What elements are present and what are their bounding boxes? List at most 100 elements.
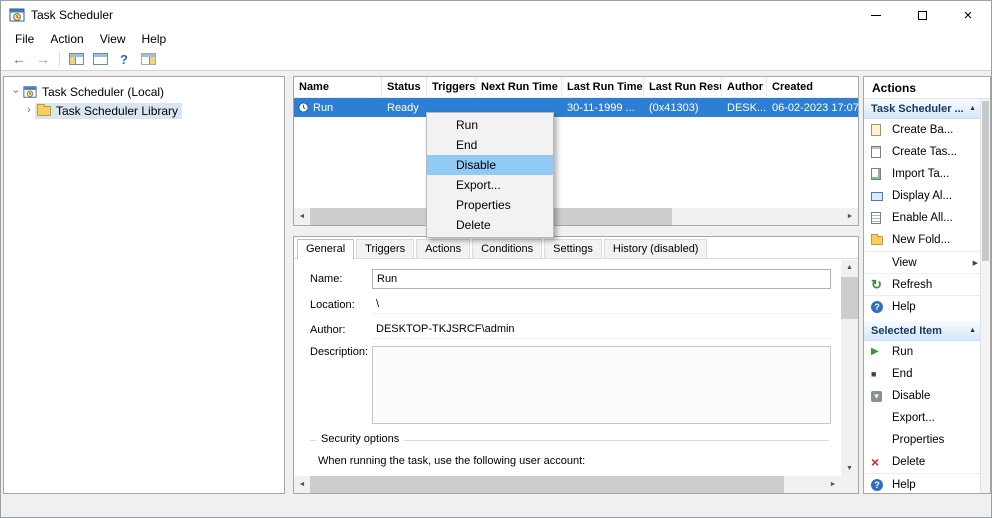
properties-icon-placeholder	[871, 432, 888, 448]
import-task-icon	[871, 166, 888, 182]
scroll-down-icon[interactable]: ▼	[841, 461, 858, 476]
task-created: 06-02-2023 17:07:4...	[767, 102, 860, 114]
context-menu-end[interactable]: End	[427, 135, 553, 155]
location-value: \	[372, 296, 831, 314]
close-button[interactable]: ×	[945, 1, 991, 29]
expander-icon[interactable]: ›	[10, 86, 21, 98]
horizontal-scrollbar[interactable]: ◄ ►	[294, 208, 858, 225]
forward-arrow-icon: →	[36, 52, 50, 66]
submenu-arrow-icon: ▶	[973, 259, 978, 267]
context-menu-properties[interactable]: Properties	[427, 195, 553, 215]
column-header-last-run-time[interactable]: Last Run Time	[562, 77, 644, 97]
tab-triggers[interactable]: Triggers	[356, 239, 414, 258]
actions-group-task-scheduler[interactable]: Task Scheduler ... ▲	[864, 99, 990, 119]
action-new-folder[interactable]: New Fold...	[864, 229, 990, 251]
scroll-right-icon[interactable]: ►	[825, 481, 841, 488]
show-action-pane-button[interactable]	[136, 49, 160, 69]
maximize-button[interactable]	[899, 1, 945, 29]
forward-button[interactable]: →	[31, 49, 55, 69]
action-disable[interactable]: ▾ Disable	[864, 385, 990, 407]
action-help-selected[interactable]: ? Help	[864, 473, 990, 494]
scrollbar-thumb[interactable]	[982, 101, 989, 261]
vertical-scrollbar[interactable]: ▲ ▼	[841, 260, 858, 476]
context-menu-disable[interactable]: Disable	[427, 155, 553, 175]
tab-settings[interactable]: Settings	[544, 239, 602, 258]
scrollbar-thumb[interactable]	[310, 476, 784, 493]
context-menu-run[interactable]: Run	[427, 115, 553, 135]
action-end[interactable]: ■ End	[864, 363, 990, 385]
security-text: When running the task, use the following…	[318, 455, 831, 467]
console-tree-pane: › Task Scheduler (Local) › Task Schedule…	[3, 76, 285, 494]
context-menu-delete[interactable]: Delete	[427, 215, 553, 235]
column-header-author[interactable]: Author	[722, 77, 767, 97]
scrollbar-track[interactable]	[310, 476, 825, 493]
action-import-task[interactable]: Import Ta...	[864, 163, 990, 185]
action-create-task[interactable]: Create Tas...	[864, 141, 990, 163]
action-display-all-running-tasks[interactable]: Display Al...	[864, 185, 990, 207]
description-box	[372, 346, 831, 424]
column-header-created[interactable]: Created	[767, 77, 860, 97]
scrollbar-track[interactable]	[841, 275, 858, 461]
scroll-up-icon[interactable]: ▲	[841, 260, 858, 275]
help-icon: ?	[871, 299, 888, 315]
context-menu-export[interactable]: Export...	[427, 175, 553, 195]
task-name: Run	[313, 102, 333, 114]
collapse-icon[interactable]: ▲	[969, 105, 976, 112]
tree-item-label: Task Scheduler Library	[56, 104, 178, 118]
scroll-right-icon[interactable]: ►	[842, 213, 858, 220]
tab-conditions[interactable]: Conditions	[472, 239, 542, 258]
expander-icon[interactable]: ›	[23, 105, 35, 116]
actions-scrollbar[interactable]	[980, 99, 990, 493]
action-export[interactable]: Export...	[864, 407, 990, 429]
create-basic-task-icon	[871, 122, 888, 138]
scroll-left-icon[interactable]: ◄	[294, 213, 310, 220]
task-row-run[interactable]: Run Ready 30-11-1999 ... (0x41303) DESK.…	[294, 98, 858, 117]
action-help[interactable]: ? Help	[864, 295, 990, 317]
menu-action[interactable]: Action	[42, 30, 91, 48]
actions-pane-title: Actions	[864, 77, 990, 99]
action-properties[interactable]: Properties	[864, 429, 990, 451]
column-header-name[interactable]: Name	[294, 77, 382, 97]
minimize-button[interactable]	[853, 1, 899, 29]
list-header: Name Status Triggers Next Run Time Last …	[294, 77, 858, 98]
action-delete[interactable]: × Delete	[864, 451, 990, 473]
tab-history: History (disabled)	[604, 239, 708, 258]
context-menu: Run End Disable Export... Properties Del…	[426, 112, 554, 238]
scroll-left-icon[interactable]: ◄	[294, 481, 310, 488]
tabstrip: General Triggers Actions Conditions Sett…	[294, 237, 858, 259]
action-run[interactable]: ▶ Run	[864, 341, 990, 363]
task-last-run-time: 30-11-1999 ...	[562, 102, 644, 114]
menu-help[interactable]: Help	[134, 30, 175, 48]
column-header-triggers[interactable]: Triggers	[427, 77, 476, 97]
scrollbar-track[interactable]	[310, 208, 842, 225]
name-label: Name:	[310, 273, 372, 285]
column-header-last-run-result[interactable]: Last Run Result	[644, 77, 722, 97]
group-header-label: Task Scheduler ...	[871, 103, 964, 115]
scrollbar-thumb[interactable]	[841, 277, 858, 319]
menu-file[interactable]: File	[7, 30, 42, 48]
tab-actions[interactable]: Actions	[416, 239, 470, 258]
show-console-tree-icon	[69, 53, 84, 65]
action-enable-all-tasks-history[interactable]: Enable All...	[864, 207, 990, 229]
column-header-next-run-time[interactable]: Next Run Time	[476, 77, 562, 97]
tab-general[interactable]: General	[297, 239, 354, 259]
menu-view[interactable]: View	[92, 30, 134, 48]
action-create-basic-task[interactable]: Create Ba...	[864, 119, 990, 141]
window-icon	[93, 53, 108, 65]
action-view[interactable]: View ▶	[864, 251, 990, 273]
help-button[interactable]: ?	[112, 49, 136, 69]
action-refresh[interactable]: ↻ Refresh	[864, 273, 990, 295]
view-icon-placeholder	[871, 255, 888, 271]
column-header-status[interactable]: Status	[382, 77, 427, 97]
new-folder-icon	[871, 232, 888, 248]
tree-item-task-scheduler-library[interactable]: › Task Scheduler Library	[4, 101, 284, 120]
actions-group-selected-item[interactable]: Selected Item ▲	[864, 321, 990, 341]
horizontal-scrollbar[interactable]: ◄ ►	[294, 476, 841, 493]
tree-item-task-scheduler-local[interactable]: › Task Scheduler (Local)	[4, 82, 284, 101]
name-input[interactable]	[372, 269, 831, 289]
collapse-icon[interactable]: ▲	[969, 327, 976, 334]
window-button[interactable]	[88, 49, 112, 69]
show-console-tree-button[interactable]	[64, 49, 88, 69]
back-button[interactable]: ←	[7, 49, 31, 69]
back-arrow-icon: ←	[12, 52, 26, 66]
